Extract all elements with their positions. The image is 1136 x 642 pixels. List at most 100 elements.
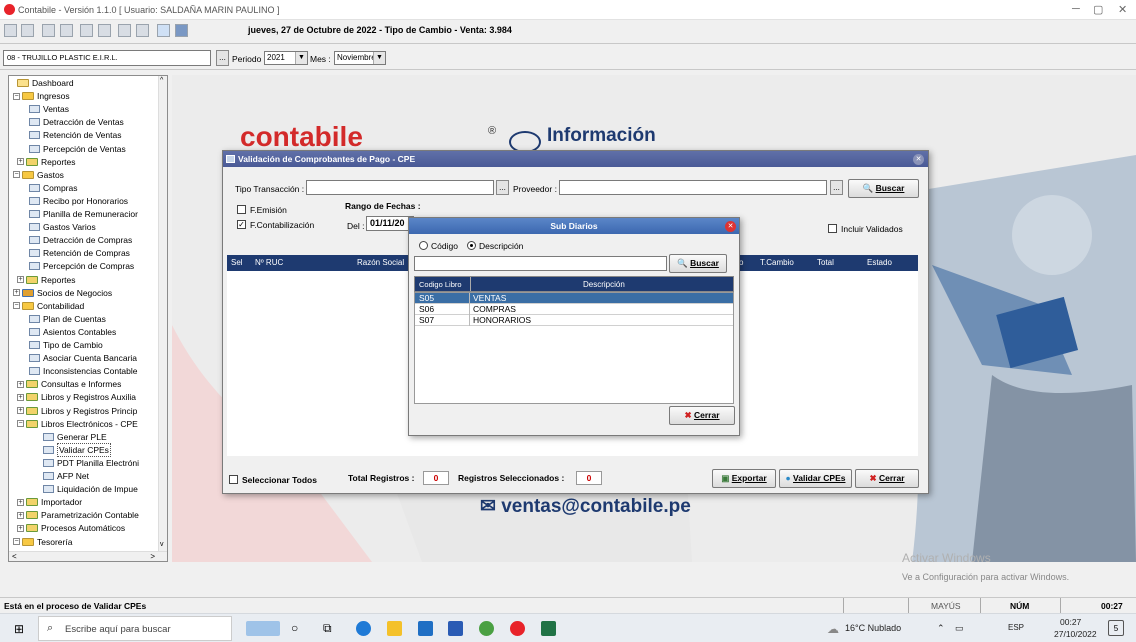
- tree-item[interactable]: PDT Planilla Electróni: [43, 457, 139, 469]
- exportar-button[interactable]: ▣ Exportar: [712, 469, 776, 488]
- cpe-search-button[interactable]: 🔍 Buscar: [848, 179, 919, 198]
- month-select[interactable]: Noviembre ▼: [334, 51, 386, 65]
- toolbar-book-icon[interactable]: [98, 24, 111, 37]
- scroll-up-icon[interactable]: ^: [160, 77, 163, 84]
- sub-diario-row[interactable]: S06 COMPRAS: [415, 304, 733, 315]
- tree-item[interactable]: Planilla de Remuneracior: [29, 208, 138, 220]
- del-date-input[interactable]: 01/11/20: [366, 216, 414, 231]
- sub-diarios-close-icon[interactable]: ✕: [725, 221, 736, 232]
- sub-diarios-cerrar-button[interactable]: ✖ Cerrar: [669, 406, 735, 425]
- seleccionar-todos-checkbox[interactable]: [229, 475, 238, 484]
- tree-item[interactable]: Liquidación de Impue: [43, 483, 138, 495]
- chrome-icon[interactable]: [479, 621, 494, 636]
- tree-item[interactable]: Retención de Compras: [29, 247, 130, 259]
- tree-item[interactable]: + Socios de Negocios: [13, 287, 112, 299]
- tray-chevron-icon[interactable]: ⌃: [937, 623, 945, 634]
- tree-item[interactable]: Detracción de Compras: [29, 234, 132, 246]
- close-button[interactable]: ✕: [1118, 3, 1127, 16]
- file-explorer-icon[interactable]: [387, 621, 402, 636]
- tree-item[interactable]: Retención de Ventas: [29, 129, 121, 141]
- tree-item[interactable]: − Contabilidad: [13, 300, 84, 312]
- excel-icon[interactable]: [541, 621, 556, 636]
- toolbar-edit-icon[interactable]: [21, 24, 34, 37]
- collapse-icon[interactable]: −: [13, 302, 20, 310]
- language-indicator[interactable]: ESP: [1008, 623, 1024, 632]
- company-field[interactable]: 08 - TRUJILLO PLASTIC E.I.R.L.: [3, 50, 211, 66]
- tree-item[interactable]: − Libros Electrónicos - CPE: [17, 418, 138, 430]
- expand-icon[interactable]: +: [13, 289, 20, 297]
- tree-item[interactable]: Plan de Cuentas: [29, 313, 106, 325]
- codigo-radio[interactable]: [419, 241, 428, 250]
- collapse-icon[interactable]: −: [17, 420, 24, 428]
- tipo-browse-button[interactable]: ...: [496, 180, 509, 195]
- incluir-validados-checkbox[interactable]: [828, 224, 837, 233]
- tree-item[interactable]: Detracción de Ventas: [29, 116, 124, 128]
- company-browse-button[interactable]: ...: [216, 50, 229, 66]
- toolbar-folder-icon[interactable]: [60, 24, 73, 37]
- scroll-down-icon[interactable]: v: [160, 541, 164, 548]
- expand-icon[interactable]: +: [17, 511, 24, 519]
- expand-icon[interactable]: +: [17, 498, 24, 506]
- news-widget-icon[interactable]: [246, 621, 280, 636]
- sub-diario-row[interactable]: S07 HONORARIOS: [415, 315, 733, 326]
- tree-item[interactable]: Gastos Varios: [29, 221, 96, 233]
- maximize-button[interactable]: ▢: [1093, 3, 1103, 16]
- tree-item[interactable]: Asociar Cuenta Bancaria: [29, 352, 137, 364]
- tree-item[interactable]: + Reportes: [17, 156, 76, 168]
- minimize-button[interactable]: ─: [1072, 3, 1080, 15]
- tree-item[interactable]: − Gastos: [13, 169, 64, 181]
- toolbar-exit-icon[interactable]: [175, 24, 188, 37]
- libro-app-icon[interactable]: [448, 621, 463, 636]
- taskbar-date[interactable]: 27/10/2022: [1054, 629, 1097, 639]
- collapse-icon[interactable]: −: [13, 538, 20, 545]
- tree-vertical-scrollbar[interactable]: ^ v: [158, 76, 167, 561]
- tipo-transaccion-input[interactable]: [306, 180, 494, 195]
- tree-item[interactable]: Asientos Contables: [29, 326, 116, 338]
- validar-cpes-button[interactable]: ● Validar CPEs: [779, 469, 852, 488]
- taskbar-search-box[interactable]: ⌕ Escribe aquí para buscar: [38, 616, 232, 641]
- cpe-dialog-close-icon[interactable]: ✕: [913, 154, 924, 165]
- proveedor-browse-button[interactable]: ...: [830, 180, 843, 195]
- tree-item[interactable]: + Libros y Registros Auxilia: [17, 391, 136, 403]
- sub-diarios-search-button[interactable]: 🔍 Buscar: [669, 254, 727, 273]
- expand-icon[interactable]: +: [17, 158, 24, 166]
- cortana-icon[interactable]: ○: [291, 621, 298, 635]
- tree-item[interactable]: Percepción de Ventas: [29, 143, 126, 155]
- cpe-cerrar-button[interactable]: ✖ Cerrar: [855, 469, 919, 488]
- sub-diario-row[interactable]: S05 VENTAS: [415, 293, 733, 304]
- toolbar-report-icon[interactable]: [80, 24, 93, 37]
- tree-item[interactable]: + Consultas e Informes: [17, 378, 121, 390]
- tree-item[interactable]: Ventas: [29, 103, 69, 115]
- scroll-right-icon[interactable]: >: [150, 552, 155, 561]
- period-select[interactable]: 2021 ▼: [264, 51, 308, 65]
- f-emision-checkbox[interactable]: [237, 205, 246, 214]
- weather-text[interactable]: 16°C Nublado: [845, 623, 901, 633]
- tree-item[interactable]: Percepción de Compras: [29, 260, 134, 272]
- task-view-icon[interactable]: ⧉: [323, 621, 332, 636]
- tree-item[interactable]: Tipo de Cambio: [29, 339, 103, 351]
- collapse-icon[interactable]: −: [13, 92, 20, 100]
- collapse-icon[interactable]: −: [13, 171, 20, 179]
- tray-network-icon[interactable]: ▭: [955, 623, 964, 634]
- tree-item[interactable]: Compras: [29, 182, 77, 194]
- tree-item[interactable]: AFP Net: [43, 470, 89, 482]
- tree-item[interactable]: + Parametrización Contable: [17, 509, 139, 521]
- expand-icon[interactable]: +: [17, 276, 24, 283]
- expand-icon[interactable]: +: [17, 380, 24, 388]
- toolbar-calc-icon[interactable]: [118, 24, 131, 37]
- tree-item[interactable]: + Importador: [17, 496, 82, 508]
- notification-center-icon[interactable]: 5: [1108, 620, 1124, 636]
- taskbar-time[interactable]: 00:27: [1060, 617, 1081, 627]
- edge-icon[interactable]: [356, 621, 371, 636]
- toolbar-save-icon[interactable]: [4, 24, 17, 37]
- descripcion-radio[interactable]: [467, 241, 476, 250]
- proveedor-input[interactable]: [559, 180, 827, 195]
- expand-icon[interactable]: +: [17, 407, 24, 414]
- tree-item[interactable]: Dashboard: [17, 77, 74, 89]
- f-contabilizacion-checkbox[interactable]: ✓: [237, 220, 246, 229]
- tree-item[interactable]: + Libros y Registros Princip: [17, 405, 137, 417]
- toolbar-grid-icon[interactable]: [136, 24, 149, 37]
- tree-item[interactable]: − Tesorería: [13, 536, 72, 548]
- tree-item[interactable]: + Procesos Automáticos: [17, 522, 125, 534]
- store-icon[interactable]: [418, 621, 433, 636]
